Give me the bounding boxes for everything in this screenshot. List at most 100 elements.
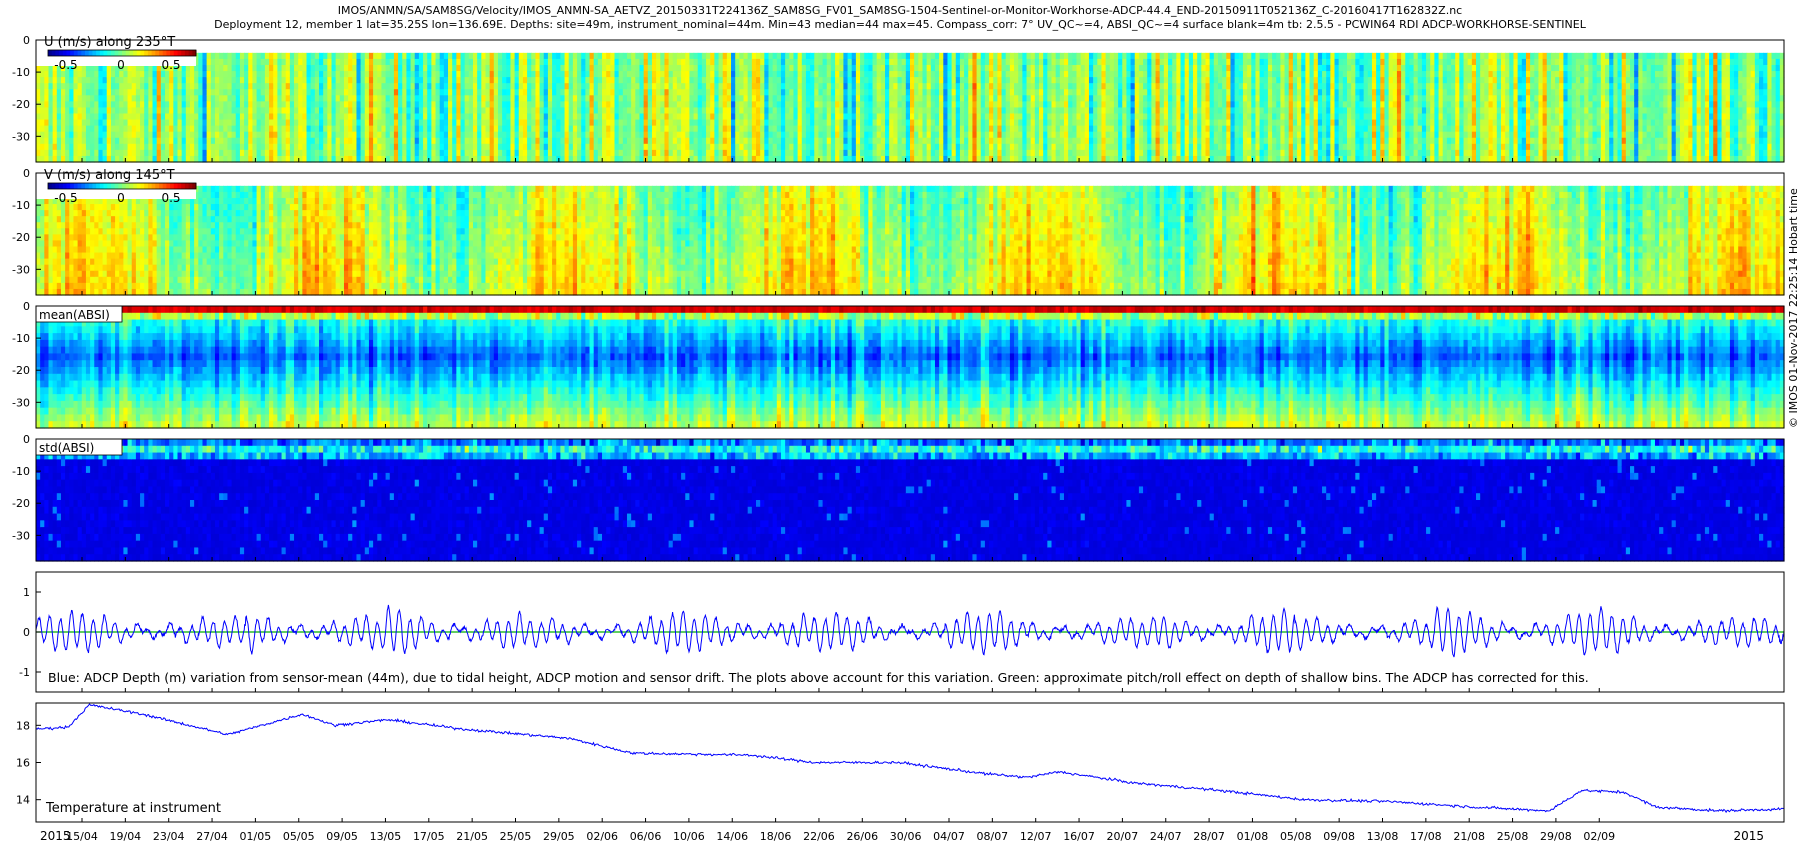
heatmap-cell	[660, 131, 666, 139]
heatmap-cell	[822, 131, 828, 139]
heatmap-cell	[1051, 119, 1057, 127]
heatmap-cell	[1147, 149, 1152, 157]
heatmap-cell	[697, 58, 703, 66]
heatmap-cell	[1014, 52, 1019, 60]
heatmap-cell	[934, 107, 940, 115]
heatmap-cell	[1022, 113, 1028, 121]
heatmap-cell	[989, 107, 994, 115]
heatmap-cell	[343, 101, 349, 109]
heatmap-cell	[785, 149, 790, 157]
heatmap-cell	[976, 89, 982, 96]
heatmap-cell	[1113, 71, 1119, 78]
heatmap-cell	[385, 95, 391, 102]
heatmap-cell	[497, 64, 503, 72]
heatmap-cell	[514, 107, 520, 115]
heatmap-cell	[210, 107, 216, 115]
heatmap-cell	[343, 77, 349, 84]
heatmap-cell	[294, 137, 299, 145]
heatmap-cell	[406, 58, 412, 66]
heatmap-cell	[1047, 83, 1053, 90]
heatmap-cell	[468, 149, 474, 157]
heatmap-cell	[119, 89, 124, 96]
heatmap-cell	[805, 101, 811, 109]
heatmap-cell	[1088, 77, 1094, 84]
heatmap-cell	[431, 113, 437, 121]
heatmap-cell	[448, 131, 453, 139]
heatmap-cell	[393, 64, 399, 72]
heatmap-cell	[581, 101, 586, 109]
heatmap-cell	[643, 137, 649, 145]
heatmap-cell	[872, 64, 878, 72]
heatmap-cell	[768, 125, 774, 133]
heatmap-cell	[90, 113, 95, 121]
heatmap-cell	[901, 83, 907, 90]
heatmap-cell	[689, 143, 695, 151]
heatmap-cell	[327, 89, 333, 96]
heatmap-cell	[510, 89, 516, 96]
heatmap-cell	[173, 95, 179, 102]
heatmap-cell	[69, 71, 75, 78]
heatmap-cell	[889, 95, 894, 102]
heatmap-cell	[681, 137, 686, 145]
heatmap-cell	[710, 119, 715, 127]
heatmap-cell	[1101, 58, 1107, 66]
heatmap-cell	[1176, 64, 1182, 72]
heatmap-cell	[510, 149, 516, 157]
heatmap-cell	[597, 149, 603, 157]
heatmap-cell	[1126, 95, 1132, 102]
heatmap-cell	[743, 107, 749, 115]
heatmap-cell	[801, 64, 807, 72]
heatmap-cell	[1143, 89, 1148, 96]
heatmap-cell	[876, 113, 882, 121]
heatmap-cell	[60, 143, 66, 151]
heatmap-cell	[543, 149, 549, 157]
heatmap-cell	[822, 149, 828, 157]
heatmap-cell	[714, 83, 720, 90]
heatmap-cell	[1151, 101, 1157, 109]
heatmap-cell	[626, 143, 632, 151]
heatmap-cell	[406, 95, 412, 102]
heatmap-cell	[244, 143, 249, 151]
heatmap-cell	[156, 119, 162, 127]
heatmap-cell	[402, 77, 408, 84]
heatmap-cell	[273, 71, 278, 78]
heatmap-cell	[951, 83, 957, 90]
heatmap-cell	[260, 143, 266, 151]
heatmap-cell	[123, 71, 129, 78]
heatmap-cell	[1068, 89, 1073, 96]
heatmap-cell	[976, 71, 982, 78]
heatmap-cell	[52, 95, 58, 102]
heatmap-cell	[477, 143, 482, 151]
heatmap-cell	[1113, 101, 1119, 109]
heatmap-cell	[855, 83, 861, 90]
heatmap-cell	[676, 95, 682, 102]
heatmap-cell	[918, 77, 924, 84]
heatmap-cell	[810, 95, 815, 102]
heatmap-cell	[1034, 137, 1040, 145]
heatmap-cell	[552, 113, 557, 121]
heatmap-cell	[1130, 149, 1136, 157]
heatmap-cell	[1172, 95, 1177, 102]
heatmap-cell	[656, 101, 661, 109]
heatmap-cell	[793, 149, 799, 157]
heatmap-cell	[435, 58, 441, 66]
heatmap-cell	[40, 107, 45, 115]
heatmap-cell	[693, 58, 699, 66]
heatmap-cell	[389, 113, 395, 121]
heatmap-cell	[410, 71, 416, 78]
heatmap-cell	[1005, 83, 1011, 90]
heatmap-cell	[780, 137, 786, 145]
heatmap-cell	[810, 83, 815, 90]
heatmap-cell	[597, 77, 603, 84]
heatmap-cell	[1109, 71, 1115, 78]
heatmap-cell	[543, 119, 549, 127]
heatmap-cell	[464, 131, 470, 139]
heatmap-cell	[1159, 52, 1165, 60]
heatmap-cell	[1113, 143, 1119, 151]
heatmap-cell	[552, 137, 557, 145]
heatmap-cell	[951, 101, 957, 109]
heatmap-cell	[298, 95, 303, 102]
heatmap-cell	[185, 77, 191, 84]
heatmap-cell	[1101, 71, 1107, 78]
heatmap-cell	[564, 89, 570, 96]
